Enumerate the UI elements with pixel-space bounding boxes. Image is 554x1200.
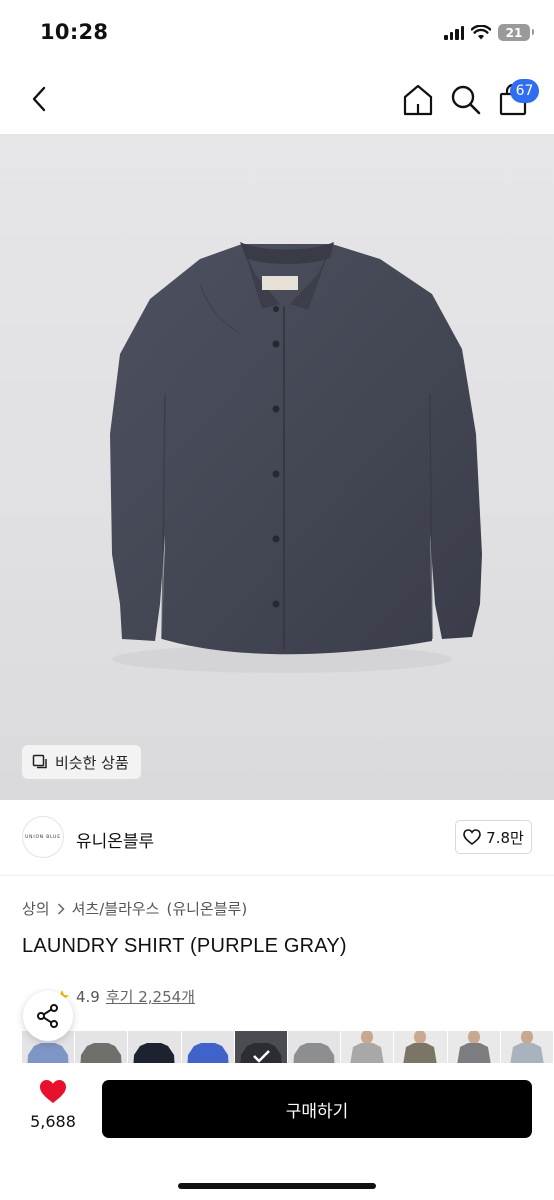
brand-like-button[interactable]: 7.8만 [455,820,532,854]
share-button[interactable] [23,991,73,1041]
chevron-left-icon [32,86,46,112]
like-count: 5,688 [30,1112,76,1131]
similar-products-label: 비슷한 상품 [55,753,129,772]
heart-filled-icon [40,1080,66,1103]
search-button[interactable] [448,82,484,118]
search-icon [451,85,481,115]
wifi-icon [471,25,491,40]
brand-logo[interactable]: UNION BLUE [22,816,64,858]
brand-row[interactable]: UNION BLUE 유니온블루 7.8만 [0,800,554,876]
breadcrumb-item-category[interactable]: 상의 [22,898,50,919]
status-icons: 21 [444,24,534,41]
shirt-thumbnail [80,1043,122,1063]
color-variant-thumb[interactable] [394,1031,448,1063]
breadcrumb-item-brand[interactable]: (유니온블루) [166,898,247,919]
rating-score: 4.9 [76,987,100,1006]
status-bar: 10:28 21 [0,0,554,66]
bottom-action-bar: 5,688 구매하기 [0,1063,554,1200]
product-image[interactable]: 비슷한 상품 [0,134,554,800]
color-variant-thumb[interactable] [234,1031,288,1063]
home-indicator [178,1183,376,1189]
model-photo [510,1031,544,1063]
model-photo [456,1031,491,1063]
shirt-illustration [110,242,482,673]
home-icon [403,84,433,116]
breadcrumb-item-subcategory[interactable]: 셔츠/블라우스 [72,898,160,919]
breadcrumb: 상의 셔츠/블라우스 (유니온블루) [22,898,247,919]
color-variant-thumb[interactable] [128,1031,182,1063]
heart-outline-icon [463,829,481,845]
cart-count-badge: 67 [510,79,539,103]
shirt-thumbnail [133,1043,175,1063]
product-title: LAUNDRY SHIRT (PURPLE GRAY) [22,935,347,957]
shirt-thumbnail [187,1043,229,1063]
color-variant-thumb[interactable] [341,1031,395,1063]
color-variant-thumb[interactable] [287,1031,342,1063]
color-variant-thumb[interactable] [181,1031,235,1063]
home-button[interactable] [400,82,436,118]
color-variant-thumb[interactable] [447,1031,501,1063]
shirt-thumbnail [240,1043,282,1063]
copy-icon [32,754,47,768]
color-variant-strip [22,1031,554,1063]
brand-name[interactable]: 유니온블루 [76,827,154,852]
like-button[interactable]: 5,688 [20,1079,86,1131]
model-photo [403,1031,437,1063]
color-variant-thumb[interactable] [75,1031,129,1063]
color-variant-thumb[interactable] [500,1031,554,1063]
status-time: 10:28 [40,20,109,44]
brand-like-count: 7.8만 [486,828,524,847]
buy-button[interactable]: 구매하기 [102,1080,532,1138]
model-photo [350,1031,384,1063]
back-button[interactable] [22,82,56,116]
signal-icon [444,25,464,40]
similar-products-button[interactable]: 비슷한 상품 [22,745,141,779]
shirt-thumbnail [293,1043,335,1063]
chevron-right-icon [57,902,65,915]
review-count-link[interactable]: 후기 2,254개 [106,986,195,1007]
battery-icon: 21 [498,24,534,41]
share-icon [37,1004,58,1028]
top-nav-bar [0,66,554,134]
